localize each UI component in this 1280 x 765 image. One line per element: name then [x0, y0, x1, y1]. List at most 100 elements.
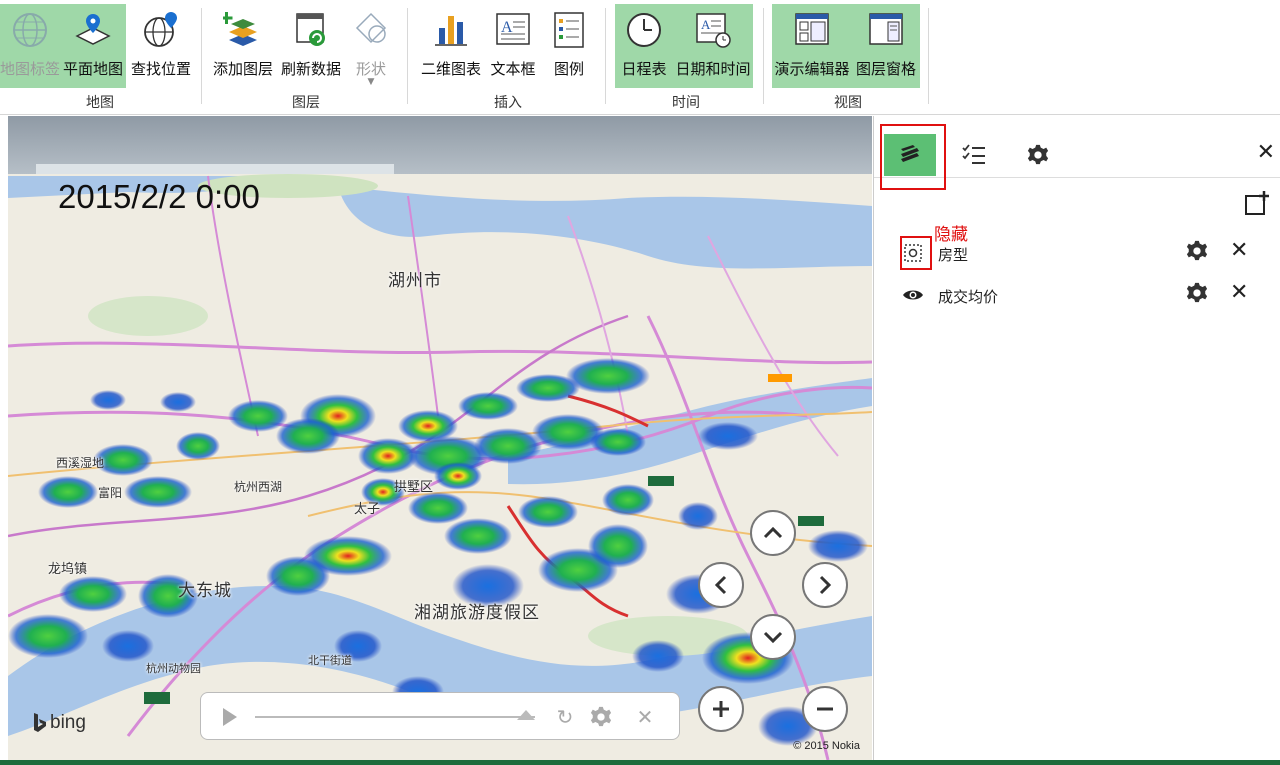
map-copyright: © 2015 Nokia [793, 740, 860, 752]
map-label-xianghu: 湘湖旅游度假区 [414, 603, 540, 623]
chevron-right-icon [819, 575, 832, 595]
ribbon: 地图标签 平面地图 查找位置 地图 添加图层 刷新数据 形状 ▼ 图层 二维图表… [0, 0, 1280, 115]
layer-delete-button[interactable]: ✕ [1230, 238, 1248, 263]
loop-button[interactable]: ↻ [553, 705, 577, 729]
ribbon-group-insert: 二维图表 A 文本框 图例 插入 [412, 0, 604, 115]
add-layer-button[interactable]: 添加图层 [210, 4, 276, 88]
text-box-icon: A [491, 8, 535, 52]
checklist-icon [962, 144, 985, 164]
flat-map-pin-icon [71, 8, 115, 52]
chevron-down-icon: ▼ [367, 77, 375, 87]
add-layer-icon [1245, 191, 1269, 215]
layer-settings-button[interactable] [1186, 240, 1210, 264]
play-icon [223, 708, 237, 726]
layer-name: 成交均价 [938, 288, 999, 306]
group-label-insert: 插入 [494, 95, 522, 111]
group-label-view: 视图 [834, 95, 862, 111]
map-label-hangzhou-west: 杭州西湖 [234, 480, 283, 494]
close-icon: ✕ [636, 705, 654, 729]
shape-icon [349, 8, 393, 52]
shape-dropdown-button[interactable]: 形状 ▼ [346, 4, 396, 88]
chart-2d-button[interactable]: 二维图表 [418, 4, 484, 88]
text-box-button[interactable]: A 文本框 [486, 4, 540, 88]
rotate-left-button[interactable] [698, 562, 744, 608]
ribbon-divider [928, 8, 929, 104]
globe-pin-icon [139, 8, 183, 52]
eye-icon [903, 290, 923, 300]
date-time-button[interactable]: A 日期和时间 [673, 4, 753, 88]
map-view[interactable]: 2015/2/2 0:00 湖州市 西溪湿地 杭州西湖 拱墅区 太子 龙坞镇 富… [8, 116, 872, 760]
time-player: ↻ ✕ [200, 692, 680, 740]
chevron-up-icon [763, 526, 783, 539]
tab-settings[interactable] [1012, 134, 1064, 176]
gear-icon [1186, 282, 1208, 303]
player-settings-button[interactable] [589, 705, 613, 729]
map-labels-button[interactable]: 地图标签 [0, 4, 60, 88]
annotation-highlight-box [900, 236, 932, 270]
layer-pane-button[interactable]: 图层窗格 [852, 4, 920, 88]
map-label-dadongcheng: 大东城 [178, 581, 232, 601]
gear-icon [1027, 144, 1049, 165]
group-label-map: 地图 [86, 95, 114, 111]
date-time-icon: A [691, 8, 735, 52]
annotation-highlight-box [880, 124, 946, 190]
layer-settings-button[interactable] [1186, 282, 1210, 306]
map-label-xixi: 西溪湿地 [56, 456, 105, 470]
time-slider-track[interactable] [255, 716, 535, 718]
ribbon-group-view: 演示编辑器 图层窗格 视图 [770, 0, 926, 115]
legend-button[interactable]: 图例 [542, 4, 596, 88]
layer-delete-button[interactable]: ✕ [1230, 280, 1248, 305]
tour-editor-button[interactable]: 演示编辑器 [772, 4, 852, 88]
refresh-icon: ↻ [556, 705, 574, 729]
tilt-up-button[interactable] [750, 510, 796, 556]
ribbon-divider [407, 8, 408, 104]
zoom-in-button[interactable] [698, 686, 744, 732]
refresh-data-icon [289, 8, 333, 52]
chevron-down-icon [763, 631, 783, 644]
clock-icon [622, 8, 666, 52]
globe-icon [8, 8, 52, 52]
tilt-down-button[interactable] [750, 614, 796, 660]
plus-icon [713, 701, 729, 717]
gear-icon [590, 706, 612, 727]
time-slider-thumb[interactable] [517, 710, 535, 720]
add-layer-icon [221, 8, 265, 52]
layer-pane: ✕ 隐藏 房型 ✕ 成交均价 ✕ [873, 116, 1280, 760]
status-bar [0, 760, 1280, 765]
player-close-button[interactable]: ✕ [633, 705, 657, 729]
layer-visibility-toggle[interactable] [902, 284, 924, 306]
bing-logo: bing [32, 712, 86, 734]
legend-icon [547, 8, 591, 52]
ribbon-group-time: 日程表 A 日期和时间 时间 [612, 0, 760, 115]
close-icon: ✕ [1256, 140, 1275, 165]
bar-chart-icon [429, 8, 473, 52]
find-location-button[interactable]: 查找位置 [128, 4, 194, 88]
layer-pane-icon [864, 8, 908, 52]
close-icon: ✕ [1230, 238, 1249, 263]
map-label-huzhou: 湖州市 [388, 271, 442, 291]
layer-pane-tabs: ✕ [874, 116, 1280, 190]
refresh-data-button[interactable]: 刷新数据 [278, 4, 344, 88]
ribbon-divider [201, 8, 202, 104]
ribbon-divider [605, 8, 606, 104]
ribbon-divider [763, 8, 764, 104]
tour-editor-icon [790, 8, 834, 52]
close-icon: ✕ [1230, 280, 1249, 305]
layer-row[interactable]: 成交均价 ✕ [874, 276, 1280, 316]
tab-field-list[interactable] [948, 134, 1000, 176]
flat-map-button[interactable]: 平面地图 [60, 4, 126, 88]
play-button[interactable] [217, 705, 241, 729]
ribbon-group-map: 地图标签 平面地图 查找位置 地图 [0, 0, 200, 115]
layer-row[interactable]: 房型 ✕ [874, 234, 1280, 274]
bing-logo-icon [34, 713, 46, 732]
layer-name: 房型 [938, 246, 969, 264]
close-pane-button[interactable]: ✕ [1257, 140, 1275, 165]
zoom-out-button[interactable] [802, 686, 848, 732]
rotate-right-button[interactable] [802, 562, 848, 608]
gear-icon [1186, 240, 1208, 261]
timeline-button[interactable]: 日程表 [615, 4, 673, 88]
minus-icon [817, 707, 833, 711]
group-label-layer: 图层 [292, 95, 320, 111]
map-label-taizi: 太子 [354, 502, 381, 517]
add-layer-pane-button[interactable] [1244, 190, 1270, 216]
